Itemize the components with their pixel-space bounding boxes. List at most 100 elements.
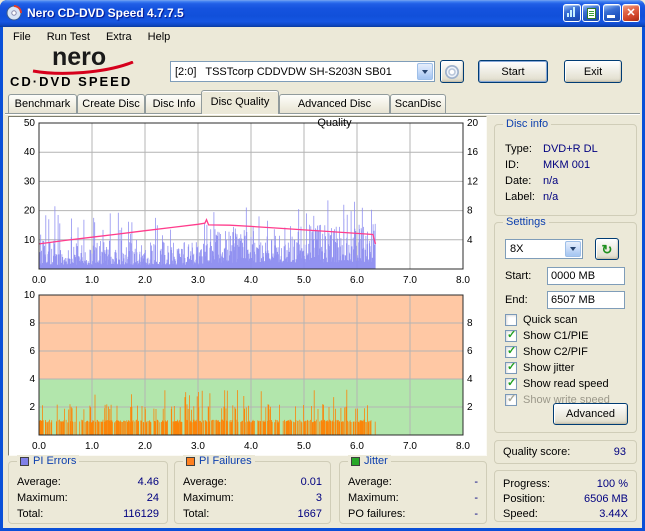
chevron-down-icon[interactable] — [417, 63, 433, 80]
svg-text:2: 2 — [467, 402, 473, 413]
speed-row: Speed: 3.44X — [503, 508, 628, 521]
menu-help[interactable]: Help — [140, 28, 179, 46]
advanced-button[interactable]: Advanced — [553, 403, 628, 425]
quality-score-label: Quality score: — [503, 446, 571, 458]
svg-text:8: 8 — [29, 318, 35, 329]
pi-errors-caption: PI Errors — [17, 455, 80, 467]
nero-logo: nero CD·DVD SPEED — [3, 44, 163, 93]
client-area: File Run Test Extra Help nero CD·DVD SPE… — [3, 27, 642, 528]
position-row: Position: 6506 MB — [503, 493, 628, 506]
svg-text:8: 8 — [467, 318, 473, 329]
svg-text:4: 4 — [467, 235, 473, 246]
titlebar[interactable]: Nero CD-DVD Speed 4.7.7.5 ✕ — [0, 0, 645, 27]
disc-label-label: Label: — [505, 191, 535, 203]
stat-value: 3 — [315, 492, 322, 504]
svg-text:6: 6 — [467, 346, 473, 357]
stat-label: Maximum: — [183, 492, 234, 504]
minimize-button[interactable] — [603, 4, 621, 22]
svg-text:10: 10 — [24, 290, 36, 301]
tab-advanced-disc-quality[interactable]: Advanced Disc Quality — [279, 94, 390, 129]
svg-text:16: 16 — [467, 147, 479, 158]
svg-text:8: 8 — [467, 206, 473, 217]
checkbox-box: ✓ — [505, 361, 517, 374]
svg-text:6: 6 — [29, 346, 35, 357]
svg-text:1.0: 1.0 — [85, 441, 99, 452]
disc-info-row: Label: n/a — [505, 191, 628, 204]
check-icon: ✓ — [507, 393, 517, 405]
drive-select[interactable]: [2:0] TSSTcorp CDDVDW SH-S203N SB01 — [170, 61, 435, 82]
svg-text:4: 4 — [467, 374, 473, 385]
svg-text:0.0: 0.0 — [32, 441, 46, 452]
stat-row: PO failures: - — [348, 508, 478, 521]
checkbox-show-c2-pif[interactable]: ✓ Show C2/PIF — [505, 345, 588, 359]
svg-text:8.0: 8.0 — [456, 275, 470, 286]
stat-label: PO failures: — [348, 508, 406, 520]
start-field-value: 0000 MB — [551, 270, 596, 282]
checkbox-box: ✓ — [505, 329, 517, 342]
svg-text:4.0: 4.0 — [244, 275, 258, 286]
check-icon: ✓ — [507, 361, 517, 373]
svg-text:2: 2 — [29, 402, 35, 413]
quality-score-value: 93 — [613, 446, 626, 458]
end-field[interactable]: 6507 MB — [547, 291, 625, 309]
tab-disc-quality[interactable]: Disc Quality — [201, 90, 279, 114]
disc-info-row: ID: MKM 001 — [505, 159, 628, 172]
position-label: Position: — [503, 493, 546, 505]
checkbox-label: Quick scan — [523, 314, 578, 326]
titlebar-graph-button[interactable] — [563, 4, 581, 22]
svg-text:12: 12 — [467, 176, 479, 187]
svg-text:10: 10 — [24, 235, 36, 246]
start-field[interactable]: 0000 MB — [547, 267, 625, 285]
progress-row: Progress: 100 % — [503, 478, 628, 491]
disc-type-label: Type: — [505, 143, 532, 155]
refresh-button[interactable]: ↻ — [595, 238, 619, 260]
svg-text:50: 50 — [24, 118, 36, 129]
check-icon: ✓ — [507, 329, 517, 341]
svg-text:8.0: 8.0 — [456, 441, 470, 452]
disc-info-title: Disc info — [503, 118, 552, 130]
disc-info-group: Disc info Type: DVD+R DL ID: MKM 001 Dat… — [494, 118, 637, 216]
disc-label-value: n/a — [543, 191, 559, 203]
jitter-legend-icon — [351, 456, 360, 466]
svg-text:4: 4 — [29, 374, 35, 385]
stat-label: Maximum: — [348, 492, 399, 504]
checkbox-box: ✓ — [505, 314, 517, 326]
check-icon: ✓ — [507, 345, 517, 357]
drive-tool-button[interactable] — [440, 60, 464, 83]
chevron-down-icon[interactable] — [565, 241, 581, 257]
stat-row: Total: 116129 — [17, 508, 159, 521]
stat-value: 0.01 — [300, 476, 322, 488]
checkbox-label: Show C1/PIE — [523, 330, 589, 342]
svg-text:2.0: 2.0 — [138, 275, 152, 286]
checkbox-show-jitter[interactable]: ✓ Show jitter — [505, 361, 574, 375]
svg-text:30: 30 — [24, 176, 36, 187]
checkbox-label: Show jitter — [523, 362, 575, 374]
exit-button[interactable]: Exit — [564, 60, 622, 83]
checkbox-quick-scan[interactable]: ✓ Quick scan — [505, 313, 577, 327]
start-label: Start: — [505, 270, 532, 282]
stat-label: Maximum: — [17, 492, 68, 504]
progress-label: Progress: — [503, 478, 551, 490]
stat-row: Average: 4.46 — [17, 476, 159, 489]
logo-subtitle: CD·DVD SPEED — [10, 74, 133, 89]
menu-file[interactable]: File — [5, 28, 39, 46]
tab-disc-info[interactable]: Disc Info — [145, 94, 203, 113]
tab-scandisc[interactable]: ScanDisc — [390, 94, 446, 113]
start-button[interactable]: Start — [478, 60, 548, 83]
tab-create-disc[interactable]: Create Disc — [77, 94, 145, 113]
checkbox-label: Show read speed — [523, 378, 609, 390]
tab-benchmark[interactable]: Benchmark — [8, 94, 77, 113]
bar-chart-icon — [567, 5, 576, 17]
speed-select-value: 8X — [510, 243, 524, 255]
stat-label: Average: — [183, 476, 227, 488]
settings-title: Settings — [503, 216, 549, 228]
checkbox-box: ✓ — [505, 377, 517, 390]
speed-select[interactable]: 8X — [505, 239, 583, 259]
stat-value: - — [474, 492, 478, 504]
checkbox-show-read-speed[interactable]: ✓ Show read speed — [505, 377, 609, 391]
end-field-value: 6507 MB — [551, 294, 596, 306]
check-icon: ✓ — [507, 377, 517, 389]
titlebar-report-button[interactable] — [582, 4, 600, 22]
close-button[interactable]: ✕ — [622, 4, 640, 22]
checkbox-show-c1-pie[interactable]: ✓ Show C1/PIE — [505, 329, 588, 343]
